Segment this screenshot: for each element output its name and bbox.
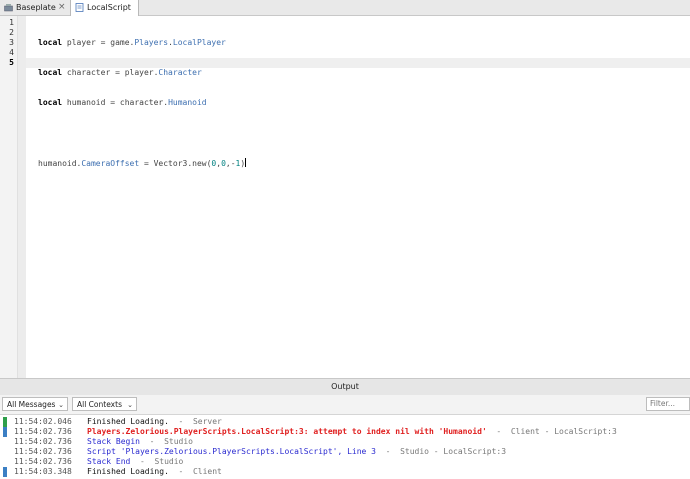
code-line: local humanoid = character.Humanoid	[38, 98, 207, 107]
log-source: - Client - LocalScript:3	[486, 427, 617, 436]
code-area[interactable]: local player = game.Players.LocalPlayer …	[38, 18, 247, 188]
log-row: 11:54:02.736 Stack End - Studio	[0, 457, 690, 467]
place-icon	[4, 4, 13, 12]
log-source: - Studio	[130, 457, 184, 466]
log-row: 11:54:02.046 Finished Loading. - Server	[0, 417, 690, 427]
output-log[interactable]: 11:54:02.046 Finished Loading. - Server …	[0, 415, 690, 479]
filter-input[interactable]: Filter...	[646, 397, 690, 411]
log-timestamp: 11:54:02.736	[14, 457, 72, 466]
log-timestamp: 11:54:02.736	[14, 437, 72, 446]
log-marker	[3, 467, 7, 477]
messages-filter-dropdown[interactable]: All Messages ⌄	[2, 397, 68, 411]
chevron-down-icon: ⌄	[127, 401, 133, 409]
code-line: local player = game.Players.LocalPlayer	[38, 38, 226, 47]
line-number-gutter	[0, 16, 17, 378]
line-number: 3	[9, 38, 14, 47]
output-toolbar: All Messages ⌄ All Contexts ⌄ Filter...	[0, 395, 690, 415]
log-row: 11:54:02.736 Stack Begin - Studio	[0, 437, 690, 447]
code-line: local character = player.Character	[38, 68, 202, 77]
script-icon	[75, 3, 84, 12]
log-row: 11:54:02.736 Script 'Players.Zelorious.P…	[0, 447, 690, 457]
text-caret	[245, 158, 247, 167]
log-timestamp: 11:54:02.736	[14, 447, 72, 456]
chevron-down-icon: ⌄	[58, 401, 64, 409]
line-number: 4	[9, 48, 14, 57]
output-panel-title: Output	[0, 378, 690, 396]
log-timestamp: 11:54:02.046	[14, 417, 72, 426]
dropdown-value: All Messages	[7, 400, 56, 409]
script-editor[interactable]: 1 2 3 4 5 local player = game.Players.Lo…	[0, 16, 690, 378]
line-number: 2	[9, 28, 14, 37]
tab-localscript[interactable]: LocalScript	[70, 0, 139, 16]
log-source: - Server	[168, 417, 222, 426]
contexts-filter-dropdown[interactable]: All Contexts ⌄	[72, 397, 137, 411]
tab-label: Baseplate	[16, 3, 56, 12]
log-marker	[3, 427, 7, 437]
tab-label: LocalScript	[87, 3, 131, 12]
line-number: 1	[9, 18, 14, 27]
line-number-active: 5	[9, 58, 14, 67]
line-numbers: 1 2 3 4 5	[0, 18, 14, 68]
log-source: - Studio	[139, 437, 193, 446]
log-marker	[3, 417, 7, 427]
log-message[interactable]: Players.Zelorious.PlayerScripts.LocalScr…	[87, 427, 487, 436]
log-row: 11:54:03.348 Finished Loading. - Client	[0, 467, 690, 477]
fold-margin	[17, 16, 26, 378]
log-message: Finished Loading.	[87, 467, 169, 476]
dropdown-value: All Contexts	[77, 400, 122, 409]
tab-baseplate[interactable]: Baseplate ×	[0, 0, 70, 15]
log-message: Stack Begin	[87, 437, 140, 446]
code-line: humanoid.CameraOffset = Vector3.new(0,0,…	[38, 158, 247, 168]
log-message: Finished Loading.	[87, 417, 169, 426]
close-tab-icon[interactable]: ×	[58, 0, 66, 15]
tab-bar: Baseplate × LocalScript	[0, 0, 690, 16]
log-message[interactable]: Script 'Players.Zelorious.PlayerScripts.…	[87, 447, 376, 456]
log-timestamp: 11:54:02.736	[14, 427, 72, 436]
log-message: Stack End	[87, 457, 131, 466]
log-source: - Client	[168, 467, 222, 476]
log-timestamp: 11:54:03.348	[14, 467, 72, 476]
log-source: - Studio - LocalScript:3	[375, 447, 507, 456]
log-row-error: 11:54:02.736 Players.Zelorious.PlayerScr…	[0, 427, 690, 437]
